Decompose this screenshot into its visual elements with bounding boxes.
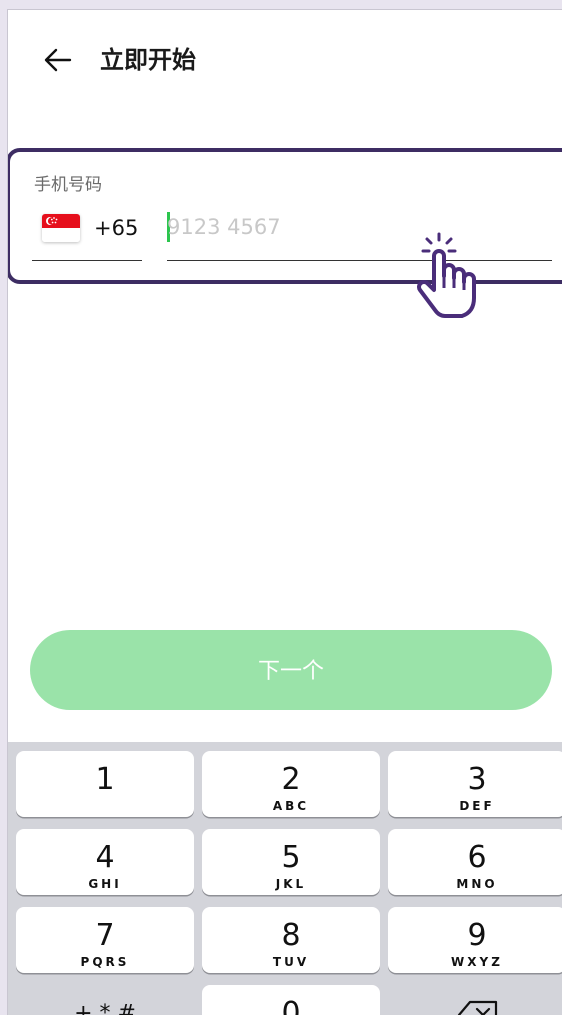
key-letters: MNO: [456, 877, 498, 891]
key-1[interactable]: 1: [16, 751, 194, 817]
page-title: 立即开始: [100, 46, 196, 74]
key-number: 9: [467, 918, 487, 953]
key-symbols-label: + * #: [74, 1001, 136, 1015]
key-letters: JKL: [275, 877, 307, 891]
header: 立即开始: [8, 10, 562, 110]
key-number: 2: [281, 762, 301, 797]
key-9[interactable]: 9 WXYZ: [388, 907, 562, 973]
key-6[interactable]: 6 MNO: [388, 829, 562, 895]
tap-hand-icon: [411, 232, 483, 324]
phone-field-label: 手机号码: [34, 175, 102, 195]
key-letters: ABC: [272, 799, 310, 813]
key-letters: GHI: [88, 877, 122, 891]
key-0[interactable]: 0: [202, 985, 380, 1015]
key-3[interactable]: 3 DEF: [388, 751, 562, 817]
numeric-keypad: 1 2 ABC 3 DEF 4 GHI 5 JKL 6 MNO 7 PQRS 8: [8, 742, 562, 1015]
backspace-icon: [457, 1000, 498, 1015]
key-number: 5: [281, 840, 301, 875]
key-symbols[interactable]: + * #: [16, 985, 194, 1015]
key-5[interactable]: 5 JKL: [202, 829, 380, 895]
country-code-selector[interactable]: +65: [32, 204, 142, 261]
next-button[interactable]: 下一个: [30, 630, 552, 710]
arrow-left-icon: [44, 48, 72, 72]
key-number: 3: [467, 762, 487, 797]
key-2[interactable]: 2 ABC: [202, 751, 380, 817]
phone-input-wrapper[interactable]: [167, 204, 552, 261]
country-code: +65: [94, 216, 139, 240]
key-number: 7: [95, 918, 115, 953]
app-screen: 立即开始 手机号码 +65 9123 4567 下一个 1 2 ABC 3 DE…: [7, 9, 562, 1015]
back-button[interactable]: [40, 42, 76, 78]
key-number: 4: [95, 840, 115, 875]
key-number: 6: [467, 840, 487, 875]
key-letters: PQRS: [80, 955, 130, 969]
key-4[interactable]: 4 GHI: [16, 829, 194, 895]
key-letters: TUV: [272, 955, 310, 969]
key-backspace[interactable]: [388, 985, 562, 1015]
key-number: 1: [95, 762, 115, 797]
key-letters: DEF: [459, 799, 495, 813]
key-7[interactable]: 7 PQRS: [16, 907, 194, 973]
key-number: 0: [281, 996, 301, 1015]
singapore-flag-icon: [42, 214, 80, 242]
key-number: 8: [281, 918, 301, 953]
key-letters: WXYZ: [451, 955, 503, 969]
key-8[interactable]: 8 TUV: [202, 907, 380, 973]
